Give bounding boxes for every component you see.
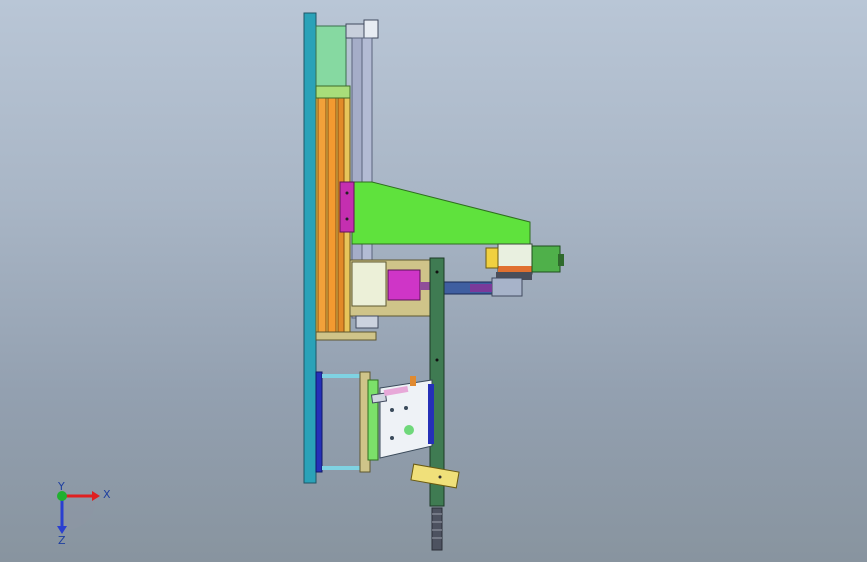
spring-rail-top-cap [315,85,351,99]
lower-frame-left[interactable] [315,371,323,473]
coordinate-triad[interactable]: X Y Z [40,478,130,553]
rod-bottom-cap [355,315,379,329]
cylinder-body[interactable] [387,269,421,301]
column-bolt-1 [435,270,439,274]
rod-top-bolt [363,19,379,39]
upper-assembly-foot[interactable] [315,331,377,341]
tilted-plate-center [404,425,414,435]
link-orange-pin [410,376,416,386]
arm-mount-bolt [345,191,349,195]
tilted-plate-right-edge [428,384,434,444]
column-bolt-2 [435,358,439,362]
lower-rod-top [322,374,362,378]
lower-green-plate[interactable] [367,379,379,461]
tilted-plate-hole-2 [404,406,408,410]
roller[interactable] [410,463,460,489]
piston-tip [491,277,523,297]
link-arm[interactable] [370,392,388,404]
x-axis-label: X [103,488,111,501]
base-plate[interactable] [303,12,317,484]
tilted-plate-hole-3 [390,436,394,440]
arm-mount-bolt-2 [345,217,349,221]
lower-rod-bottom [322,466,362,470]
spring-rail-1 [317,97,327,333]
x-axis-arrow [92,491,100,501]
y-axis-label: Y [57,480,65,493]
piston-accent [470,284,492,292]
end-block-stripe [498,266,532,272]
guide-rod-right[interactable] [361,37,373,189]
motor-body[interactable] [531,245,561,273]
sensor-bracket [485,247,499,269]
roller-center [438,475,442,479]
cad-viewport[interactable]: X Y Z [0,0,867,562]
tilted-plate-hole-1 [390,408,394,412]
motor-cap [558,254,564,266]
upper-block[interactable] [315,25,347,87]
z-axis-label: Z [58,534,66,547]
assembly-model[interactable] [0,0,867,562]
horizontal-arm[interactable] [351,181,531,245]
slide-inner-block[interactable] [351,261,387,307]
spring-rail-2 [327,97,337,333]
triad-shadow [60,500,96,531]
arm-mount-plate[interactable] [339,181,355,233]
